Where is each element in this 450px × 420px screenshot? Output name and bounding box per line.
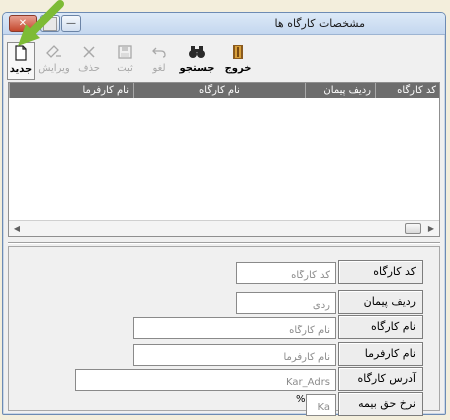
undo-icon bbox=[148, 42, 170, 62]
employer-name-label: نام کارفرما bbox=[338, 342, 423, 366]
save-button-label: ثبت bbox=[117, 63, 133, 74]
employer-name-input[interactable] bbox=[133, 344, 336, 366]
close-button[interactable]: ✕ bbox=[9, 15, 37, 32]
app-icon bbox=[43, 17, 57, 31]
scroll-right-arrow-icon[interactable]: ▶ bbox=[423, 221, 439, 236]
insurance-rate-input[interactable] bbox=[306, 394, 336, 416]
title-bar[interactable]: ✕ ▢ — مشخصات کارگاه ها bbox=[3, 13, 445, 35]
new-button-label: جدید bbox=[9, 64, 33, 75]
new-button[interactable]: جدید bbox=[7, 42, 35, 80]
minimize-button[interactable]: — bbox=[61, 15, 81, 32]
insurance-rate-label: نرخ حق بیمه bbox=[338, 392, 423, 416]
column-header-contract-row[interactable]: ردیف پیمان bbox=[305, 83, 375, 98]
exit-button-label: خروج bbox=[224, 63, 252, 74]
column-header-employer-name[interactable]: نام کارفرما bbox=[9, 83, 133, 98]
cancel-button-label: لغو bbox=[152, 63, 166, 74]
grid-header: کد کارگاه ردیف پیمان نام کارگاه نام کارف… bbox=[9, 83, 439, 98]
new-document-icon bbox=[10, 43, 32, 63]
scrollbar-thumb[interactable] bbox=[405, 223, 421, 234]
workshop-details-window: ✕ ▢ — مشخصات کارگاه ها جدید ویرایش bbox=[2, 12, 446, 416]
grid-body[interactable] bbox=[9, 98, 439, 221]
delete-x-icon bbox=[78, 42, 100, 62]
exit-door-icon bbox=[227, 42, 249, 62]
toolbar: جدید ویرایش حذف ثبت لغو جستجو خروج bbox=[3, 35, 445, 85]
scroll-left-arrow-icon[interactable]: ◀ bbox=[9, 221, 25, 236]
exit-button[interactable]: خروج bbox=[221, 42, 255, 80]
workshop-code-input[interactable] bbox=[236, 262, 336, 284]
cancel-button[interactable]: لغو bbox=[145, 42, 173, 80]
contract-row-input[interactable] bbox=[236, 292, 336, 314]
edit-icon bbox=[43, 42, 65, 62]
minimize-icon: — bbox=[66, 18, 76, 29]
delete-button[interactable]: حذف bbox=[75, 42, 103, 80]
percent-unit-label: % bbox=[296, 394, 306, 405]
floppy-disk-icon bbox=[114, 42, 136, 62]
workshops-grid[interactable]: کد کارگاه ردیف پیمان نام کارگاه نام کارف… bbox=[8, 82, 440, 237]
save-button[interactable]: ثبت bbox=[111, 42, 139, 80]
close-icon: ✕ bbox=[18, 18, 28, 29]
column-header-workshop-name[interactable]: نام کارگاه bbox=[133, 83, 305, 98]
workshop-address-label: آدرس کارگاه bbox=[338, 367, 423, 391]
workshop-code-label: کد کارگاه bbox=[338, 260, 423, 284]
edit-button-label: ویرایش bbox=[38, 63, 70, 74]
workshop-address-input[interactable] bbox=[75, 369, 336, 391]
contract-row-label: ردیف پیمان bbox=[338, 290, 423, 314]
binoculars-icon bbox=[186, 42, 208, 62]
workshop-form: کد کارگاه ردیف پیمان نام کارگاه نام کارف… bbox=[8, 246, 440, 416]
workshop-name-label: نام کارگاه bbox=[338, 315, 423, 339]
horizontal-scrollbar[interactable]: ◀ ▶ bbox=[9, 220, 439, 236]
section-divider bbox=[8, 242, 440, 244]
workshop-name-input[interactable] bbox=[133, 317, 336, 339]
delete-button-label: حذف bbox=[78, 63, 100, 74]
column-header-workshop-code[interactable]: کد کارگاه bbox=[375, 83, 440, 98]
search-button[interactable]: جستجو bbox=[179, 42, 215, 80]
search-button-label: جستجو bbox=[179, 63, 215, 74]
window-title: مشخصات کارگاه ها bbox=[274, 17, 365, 30]
edit-button[interactable]: ویرایش bbox=[37, 42, 71, 80]
